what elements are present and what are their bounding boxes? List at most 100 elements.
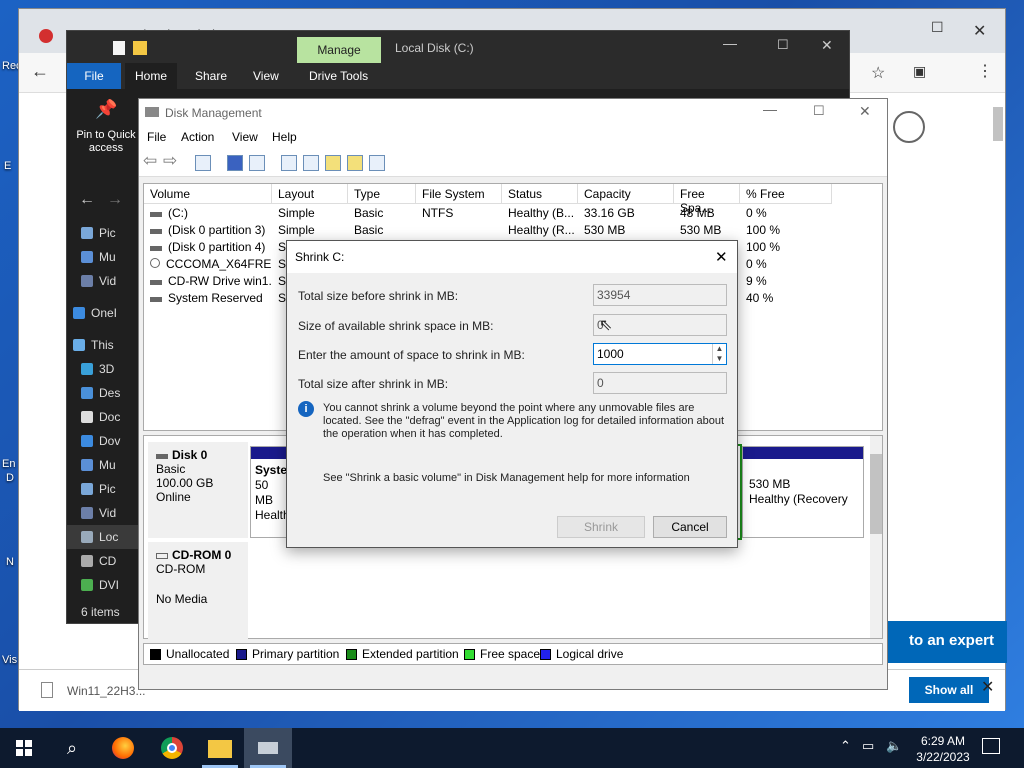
new-folder-icon[interactable] xyxy=(133,41,147,55)
nav-item[interactable]: 3D xyxy=(75,357,135,381)
search-icon[interactable] xyxy=(347,155,363,171)
pin-to-quick-access-button[interactable]: Pin to Quick access xyxy=(71,129,141,155)
menu-help[interactable]: Help xyxy=(272,130,297,144)
connect-icon[interactable] xyxy=(281,155,297,171)
partition-system-reserved[interactable]: Syster 50 MB Health xyxy=(250,446,292,538)
maximize-icon[interactable]: ☐ xyxy=(931,19,944,36)
nav-item[interactable]: Des xyxy=(75,381,135,405)
clock-date[interactable]: 3/22/2023 xyxy=(908,750,978,764)
chevron-up-icon[interactable]: ⌃ xyxy=(840,738,851,754)
account-icon[interactable] xyxy=(893,111,925,143)
help-icon[interactable] xyxy=(227,155,243,171)
close-icon[interactable]: ✕ xyxy=(973,21,986,41)
minimize-icon[interactable]: — xyxy=(723,35,737,51)
forward-icon[interactable]: → xyxy=(107,191,123,209)
volume-free: 48 MB xyxy=(680,206,715,220)
column-header-layout[interactable]: Layout xyxy=(272,184,348,204)
search-icon[interactable]: ⌕ xyxy=(48,728,96,768)
close-icon[interactable]: ✕ xyxy=(859,103,871,120)
ribbon-tab-home[interactable]: Home xyxy=(125,63,178,89)
nav-item-this-pc[interactable]: This xyxy=(67,333,127,357)
nav-item[interactable]: Mu xyxy=(75,245,135,269)
back-icon[interactable]: ⇦ xyxy=(143,151,157,171)
close-icon[interactable]: ✕ xyxy=(821,37,833,54)
volume-muted-icon[interactable]: 🔈 xyxy=(886,738,902,754)
chrome-icon[interactable] xyxy=(148,728,196,768)
column-header-percent-free[interactable]: % Free xyxy=(740,184,832,204)
table-row[interactable]: (C:) Simple Basic NTFS Healthy (B... 33.… xyxy=(144,206,882,223)
nav-item-local-disk[interactable]: Loc xyxy=(67,525,139,549)
scrollbar[interactable] xyxy=(993,107,1003,141)
cdrom-header[interactable]: CD-ROM 0 CD-ROM No Media xyxy=(148,542,248,640)
properties-icon[interactable] xyxy=(249,155,265,171)
folder-up-icon[interactable] xyxy=(325,155,341,171)
console-icon[interactable] xyxy=(369,155,385,171)
clock-time[interactable]: 6:29 AM xyxy=(908,734,978,748)
disk-management-taskbar-icon[interactable] xyxy=(244,728,292,768)
nav-item[interactable]: Mu xyxy=(75,453,135,477)
nav-item[interactable]: Dov xyxy=(75,429,135,453)
nav-item[interactable]: Pic xyxy=(75,477,135,501)
maximize-icon[interactable]: ☐ xyxy=(813,103,825,119)
more-icon[interactable]: ⋮ xyxy=(977,61,993,81)
ribbon-tab-drive-tools[interactable]: Drive Tools xyxy=(299,63,378,89)
close-icon[interactable]: ✕ xyxy=(715,248,728,266)
nav-item-onedrive[interactable]: OneI xyxy=(67,301,127,325)
download-filename[interactable]: Win11_22H3... xyxy=(67,684,146,698)
ribbon-tab-file[interactable]: File xyxy=(67,63,121,89)
sidebar-icon[interactable]: ▣ xyxy=(913,63,926,80)
pin-icon[interactable]: 📌 xyxy=(95,99,117,120)
desktop-icon-label[interactable]: D xyxy=(6,472,14,484)
volume-name: (Disk 0 partition 3) xyxy=(144,223,272,240)
nav-item[interactable]: CD xyxy=(75,549,135,573)
downloads-icon xyxy=(81,435,93,447)
menu-view[interactable]: View xyxy=(232,130,258,144)
spinner-icon[interactable]: ▲ ▼ xyxy=(712,344,726,364)
desktop-icon-label[interactable]: E xyxy=(4,160,11,172)
notifications-icon[interactable] xyxy=(982,738,1000,754)
network-icon[interactable]: ▭ xyxy=(862,738,874,754)
table-row[interactable]: (Disk 0 partition 3) Simple Basic Health… xyxy=(144,223,882,240)
shrink-amount-input[interactable]: 1000 ▲ ▼ xyxy=(593,343,727,365)
nav-item[interactable]: Doc xyxy=(75,405,135,429)
contact-expert-button[interactable]: to an expert xyxy=(883,621,1007,663)
menu-action[interactable]: Action xyxy=(181,130,214,144)
favorite-icon[interactable]: ☆ xyxy=(871,63,885,83)
check-icon[interactable] xyxy=(303,155,319,171)
forward-icon[interactable]: ⇨ xyxy=(163,151,177,171)
ribbon-tab-share[interactable]: Share xyxy=(185,63,237,89)
close-download-bar-icon[interactable]: ✕ xyxy=(981,677,994,697)
properties-icon[interactable] xyxy=(113,41,125,55)
cancel-button[interactable]: Cancel xyxy=(653,516,727,538)
column-header-filesystem[interactable]: File System xyxy=(416,184,502,204)
menu-file[interactable]: File xyxy=(147,130,166,144)
start-button[interactable] xyxy=(0,728,48,768)
manage-tab[interactable]: Manage xyxy=(297,37,381,63)
minimize-icon[interactable]: — xyxy=(763,101,777,117)
show-all-button[interactable]: Show all xyxy=(909,677,989,703)
ribbon-tab-view[interactable]: View xyxy=(243,63,289,89)
column-header-status[interactable]: Status xyxy=(502,184,578,204)
column-header-volume[interactable]: Volume xyxy=(144,184,272,204)
maximize-icon[interactable]: ☐ xyxy=(777,37,789,53)
help-text[interactable]: See "Shrink a basic volume" in Disk Mana… xyxy=(323,472,690,484)
column-header-free-space[interactable]: Free Spa... xyxy=(674,184,740,215)
file-explorer-icon[interactable] xyxy=(196,728,244,768)
nav-item[interactable]: Vid xyxy=(75,501,135,525)
nav-item[interactable]: Pic xyxy=(75,221,135,245)
desktop-icon-label[interactable]: Vis xyxy=(2,654,17,666)
desktop-icon-label[interactable]: En xyxy=(2,458,15,470)
back-icon[interactable]: ← xyxy=(79,191,95,209)
column-header-capacity[interactable]: Capacity xyxy=(578,184,674,204)
nav-item[interactable]: DVI xyxy=(75,573,135,597)
column-header-type[interactable]: Type xyxy=(348,184,416,204)
firefox-icon[interactable] xyxy=(98,728,146,768)
list-view-icon[interactable] xyxy=(195,155,211,171)
back-icon[interactable]: ← xyxy=(31,61,49,82)
nav-item[interactable]: Vid xyxy=(75,269,135,293)
partition-recovery[interactable]: 530 MB Healthy (Recovery xyxy=(742,446,864,538)
disk0-header[interactable]: Disk 0 Basic 100.00 GB Online xyxy=(148,442,248,538)
scrollbar[interactable] xyxy=(870,436,882,638)
shrink-button[interactable]: Shrink xyxy=(557,516,645,538)
desktop-icon-label[interactable]: N xyxy=(6,556,14,568)
